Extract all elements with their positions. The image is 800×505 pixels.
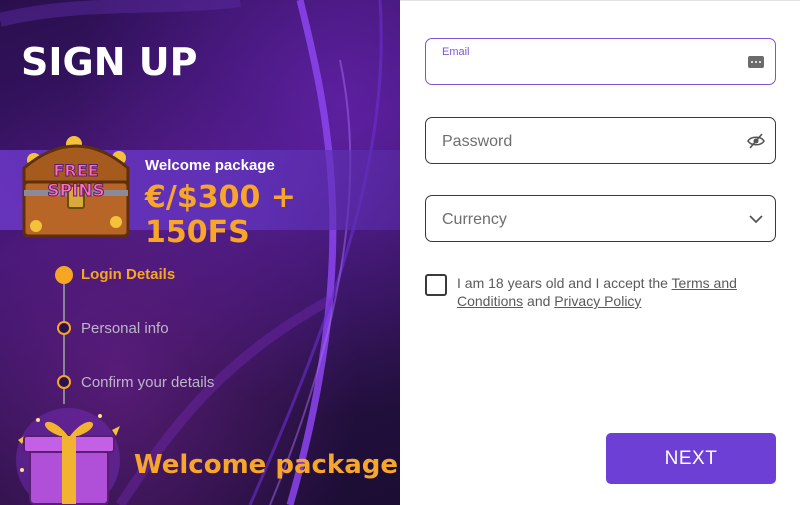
currency-select[interactable]: Currency <box>425 195 776 242</box>
svg-text:SPINS: SPINS <box>47 181 105 201</box>
gift-box-icon <box>16 408 120 505</box>
eye-slash-icon[interactable] <box>747 132 765 150</box>
age-terms-checkbox[interactable] <box>425 274 447 296</box>
banner-offer: €/$300 + 150FS <box>145 180 296 250</box>
keyboard-icon[interactable] <box>747 53 765 71</box>
email-label: Email <box>442 46 470 58</box>
currency-placeholder: Currency <box>442 211 507 228</box>
chevron-down-icon <box>749 215 763 224</box>
terms-prefix: I am 18 years old and I accept the <box>457 275 672 291</box>
treasure-chest-icon: FREE SPINS <box>22 136 130 238</box>
privacy-policy-link[interactable]: Privacy Policy <box>554 293 641 309</box>
terms-middle: and <box>523 293 555 309</box>
password-field[interactable]: Password <box>425 117 776 164</box>
signup-promo-panel: SIGN UP FREE SPINS Welcome package €/$30… <box>0 0 400 505</box>
next-button[interactable]: NEXT <box>606 433 776 484</box>
bottom-welcome-promo: Welcome package <box>134 450 398 480</box>
step-login-details: Login Details <box>81 266 176 283</box>
signup-form-panel: Email Password Currency I am 18 years ol… <box>400 0 800 505</box>
email-field[interactable]: Email <box>425 38 776 85</box>
step-dot-login-details <box>55 266 73 284</box>
terms-text: I am 18 years old and I accept the Terms… <box>457 274 757 310</box>
step-confirm-details: Confirm your details <box>81 374 215 391</box>
banner-subtitle: Welcome package <box>145 157 275 174</box>
page-title: SIGN UP <box>21 40 198 84</box>
step-dot-confirm-details <box>57 375 71 389</box>
svg-text:FREE: FREE <box>53 161 98 180</box>
step-dot-personal-info <box>57 321 71 335</box>
password-placeholder: Password <box>442 133 513 150</box>
step-personal-info: Personal info <box>81 320 169 337</box>
